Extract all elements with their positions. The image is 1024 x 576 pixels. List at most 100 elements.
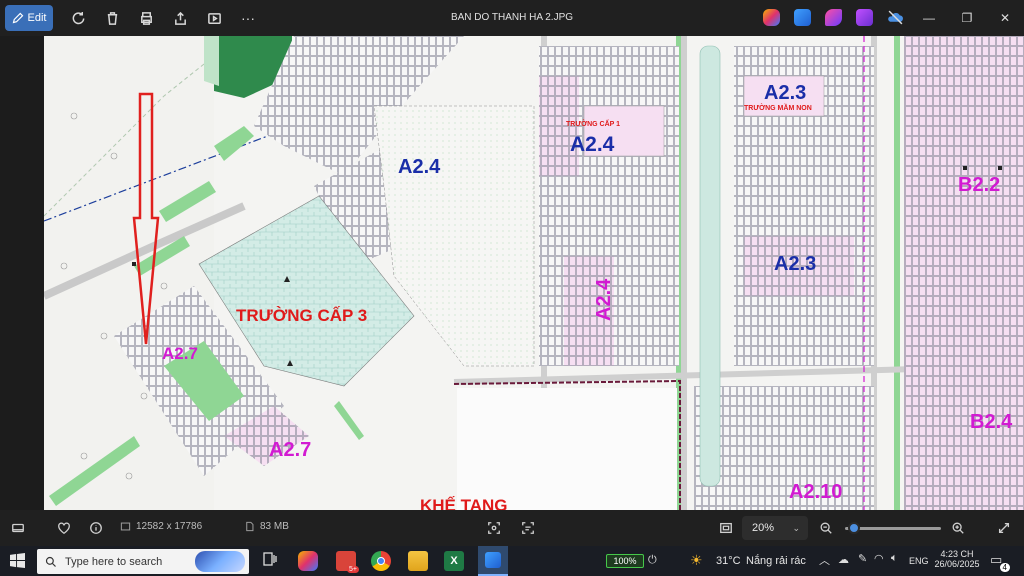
planning-map-image[interactable]: A2.3 TRƯỜNG MẦM NON TRƯỜNG CẤP 1 A2.4 A2… <box>44 36 1024 510</box>
filmstrip-icon <box>12 523 24 533</box>
info-icon <box>90 522 102 534</box>
close-icon: ✕ <box>999 11 1011 25</box>
visual-search-button[interactable] <box>484 518 504 538</box>
photos-app-icon[interactable] <box>478 546 508 576</box>
fullscreen-icon <box>998 522 1010 534</box>
video-editor-icon[interactable] <box>856 9 873 26</box>
map-canal <box>699 45 721 487</box>
wifi-icon[interactable]: ◠ <box>874 552 884 565</box>
share-button[interactable] <box>165 5 195 31</box>
map-label-truong-cap3: TRƯỜNG CẤP 3 <box>236 306 367 325</box>
pen-tray-icon[interactable]: ✎ <box>858 552 867 565</box>
clock[interactable]: 4:23 CH 26/06/2025 <box>934 549 980 569</box>
maximize-button[interactable]: ❐ <box>948 0 986 36</box>
clock-time: 4:23 CH <box>940 549 974 559</box>
more-options-button[interactable]: ··· <box>233 5 263 31</box>
image-dimensions: 12582 x 17786 <box>120 521 202 532</box>
map-housing-a210 <box>694 386 874 510</box>
map-label-b22: B2.2 <box>958 174 1000 196</box>
excel-icon[interactable]: X <box>444 551 464 571</box>
map-label-a27-lower: A2.7 <box>269 439 311 461</box>
zoom-in-button[interactable] <box>948 518 968 538</box>
task-view-button[interactable] <box>262 551 282 571</box>
chrome-icon[interactable] <box>371 551 391 571</box>
zoom-level-dropdown[interactable]: 20% ⌄ <box>742 516 808 540</box>
weather-widget[interactable]: ☀ 31°C Nắng rải rác <box>690 552 810 570</box>
slideshow-button[interactable] <box>199 5 229 31</box>
top-toolbar: Edit ··· BAN DO THANH HA 2.JPG — ❐ ✕ <box>0 0 1024 36</box>
task-view-icon <box>263 552 277 566</box>
zoom-level-text: 20% <box>752 522 775 534</box>
chevron-down-icon: ⌄ <box>792 522 800 533</box>
fullscreen-button[interactable] <box>994 518 1014 538</box>
hidden-icons-chevron-icon[interactable]: ︿ <box>819 552 830 568</box>
edit-button[interactable]: Edit <box>5 5 53 31</box>
copilot-icon[interactable] <box>763 9 780 26</box>
cloud-tray-icon[interactable]: ☁ <box>838 553 849 566</box>
taskbar-search-input[interactable] <box>65 555 195 568</box>
copilot-taskbar-icon[interactable] <box>298 551 318 571</box>
file-size-icon <box>246 521 254 532</box>
start-button[interactable] <box>10 553 26 569</box>
windows-logo-icon <box>10 553 25 568</box>
image-viewport[interactable]: A2.3 TRƯỜNG MẦM NON TRƯỜNG CẤP 1 A2.4 A2… <box>0 36 1024 510</box>
taskbar-search-box[interactable] <box>37 549 249 574</box>
photos-app-window: Edit ··· BAN DO THANH HA 2.JPG — ❐ ✕ A2.… <box>0 0 1024 576</box>
text-scan-icon <box>522 522 534 534</box>
battery-percent: 100% <box>613 556 637 566</box>
minimize-button[interactable]: — <box>910 0 948 36</box>
more-dots-icon: ··· <box>241 10 255 26</box>
printer-icon <box>140 11 152 25</box>
clock-date: 26/06/2025 <box>934 559 980 569</box>
battery-indicator[interactable]: 100% <box>606 554 644 568</box>
restore-icon: ❐ <box>961 11 973 25</box>
favorite-button[interactable] <box>54 518 74 538</box>
file-explorer-icon[interactable] <box>408 551 428 571</box>
zoom-in-icon <box>952 522 964 534</box>
rotate-button[interactable] <box>63 5 93 31</box>
map-label-a24-left: A2.4 <box>398 156 441 178</box>
map-label-a24-center: A2.4 <box>570 133 615 156</box>
volume-icon[interactable]: 🔈︎ <box>891 552 898 565</box>
image-dimensions-text: 12582 x 17786 <box>136 521 203 532</box>
file-size: 83 MB <box>244 521 289 532</box>
weather-sun-icon: ☀ <box>690 552 703 568</box>
rotate-icon <box>72 11 84 24</box>
fit-to-window-button[interactable] <box>716 518 736 538</box>
weather-temperature: 31°C <box>716 555 741 567</box>
zoom-out-button[interactable] <box>816 518 836 538</box>
close-button[interactable]: ✕ <box>986 0 1024 36</box>
print-button[interactable] <box>131 5 161 31</box>
image-size-icon <box>120 522 131 531</box>
designer-icon[interactable] <box>794 9 811 26</box>
share-icon <box>174 11 186 25</box>
windows-taskbar: 5+ X 100% ⏻ ☀ 31°C Nắng rải rác ︿ ☁ ✎ ◠ … <box>0 546 1024 576</box>
trash-icon <box>107 11 117 25</box>
slideshow-icon <box>207 12 221 24</box>
app-shortcuts <box>763 9 904 26</box>
edit-pencil-icon <box>12 12 23 24</box>
file-info-button[interactable] <box>86 518 106 538</box>
search-highlight-image[interactable] <box>195 551 245 572</box>
onedrive-sync-icon[interactable] <box>887 9 904 26</box>
search-icon <box>45 556 56 567</box>
scan-icon <box>488 522 500 534</box>
mail-badge: 5+ <box>347 566 359 573</box>
notifications-button[interactable]: ▭ 4 <box>990 552 1010 572</box>
map-label-b24: B2.4 <box>970 411 1013 433</box>
zoom-slider-thumb[interactable] <box>848 522 861 534</box>
clipchamp-icon[interactable] <box>825 9 842 26</box>
ocr-text-button[interactable] <box>518 518 538 538</box>
map-label-a27-upper: A2.7 <box>162 344 198 363</box>
fit-window-icon <box>720 522 732 534</box>
map-label-khe-tang: KHẾ TANG <box>420 496 508 510</box>
mail-app-icon[interactable]: 5+ <box>336 551 359 573</box>
language-indicator[interactable]: ENG <box>909 556 929 566</box>
zoom-out-icon <box>820 522 832 534</box>
delete-button[interactable] <box>97 5 127 31</box>
edit-label: Edit <box>27 12 47 24</box>
map-housing-b2 <box>904 36 1024 510</box>
filmstrip-button[interactable] <box>8 518 28 538</box>
charging-plug-icon: ⏻ <box>648 554 657 566</box>
status-bar: 12582 x 17786 83 MB 20% ⌄ <box>0 510 1024 546</box>
